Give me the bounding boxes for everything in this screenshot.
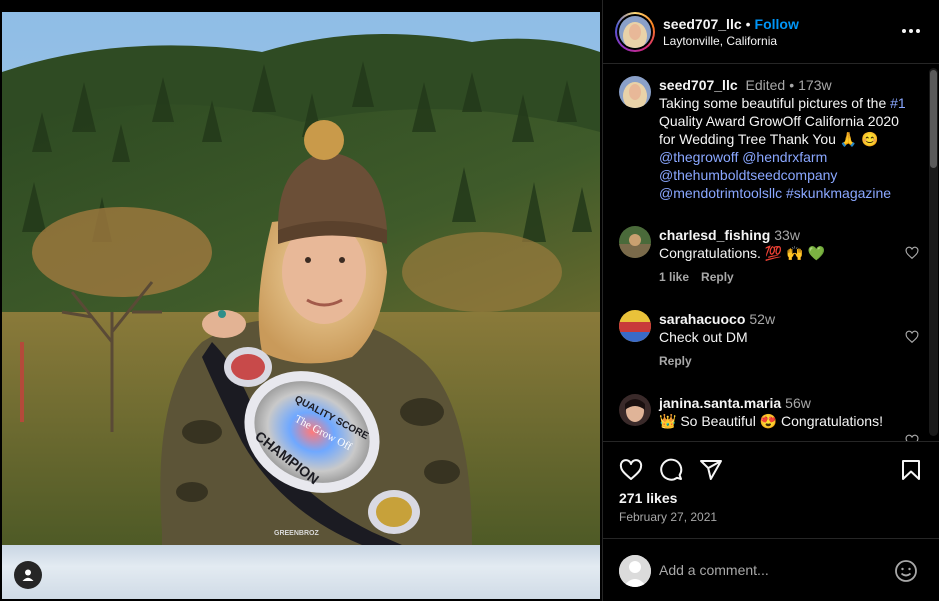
- default-avatar-icon: [619, 555, 651, 587]
- comment-avatar-image: [619, 310, 651, 342]
- comment-meta: Reply: [659, 352, 919, 370]
- photo-bottom-strip: [2, 545, 600, 599]
- caption-text-2: Quality Award GrowOff California 2020 fo…: [659, 113, 899, 147]
- comment-body: janina.santa.maria 56w 👑 So Beautiful 😍 C…: [659, 394, 919, 430]
- caption-dot: •: [789, 77, 795, 93]
- comment-avatar[interactable]: [619, 394, 651, 426]
- follow-button[interactable]: Follow: [755, 16, 799, 32]
- user-tag-button[interactable]: [14, 561, 42, 589]
- heart-icon[interactable]: [619, 458, 643, 482]
- post-side-panel: seed707_llc • Follow Laytonville, Californ…: [602, 0, 939, 601]
- comment-icon[interactable]: [659, 458, 683, 482]
- comment-input[interactable]: [659, 559, 879, 581]
- comment-text: Congratulations. 💯 🙌 💚: [659, 245, 825, 261]
- comment-likes[interactable]: 1 like: [659, 270, 689, 284]
- comment-avatar-image: [619, 394, 651, 426]
- post-location[interactable]: Laytonville, California: [663, 34, 777, 48]
- author-avatar-image: [619, 16, 651, 48]
- comment-like-heart-icon[interactable]: [905, 246, 919, 260]
- post-actions: 271 likes February 27, 2021: [603, 442, 939, 538]
- author-username[interactable]: seed707_llc: [663, 16, 742, 32]
- post-date[interactable]: February 27, 2021: [619, 510, 717, 524]
- post-media: QUALITY SCORE The Grow Off CHAMPION GREE…: [0, 0, 602, 601]
- post-header: seed707_llc • Follow Laytonville, Californ…: [603, 0, 939, 64]
- likes-count[interactable]: 271 likes: [619, 490, 677, 506]
- add-comment-bar: [603, 538, 939, 601]
- comment-avatar[interactable]: [619, 310, 651, 342]
- caption-hashtag[interactable]: #1: [890, 95, 906, 111]
- comment-body: charlesd_fishing 33w Congratulations. 💯 🙌…: [659, 226, 919, 286]
- comment-username[interactable]: janina.santa.maria: [659, 395, 781, 411]
- caption-username[interactable]: seed707_llc: [659, 77, 738, 93]
- comment-like-heart-icon[interactable]: [905, 330, 919, 344]
- comment-time: 56w: [785, 395, 811, 411]
- caption-edited: Edited: [745, 77, 786, 93]
- reply-button[interactable]: Reply: [659, 354, 692, 368]
- shirt-text: GREENBROZ: [274, 530, 319, 537]
- paper-plane-icon[interactable]: [699, 458, 723, 482]
- caption-avatar[interactable]: [619, 76, 651, 108]
- comments-scrollbar[interactable]: [929, 68, 938, 436]
- caption-mentions[interactable]: @thegrowoff @hendrxfarm @thehumboldtseed…: [659, 149, 891, 201]
- separator-dot: •: [745, 16, 751, 32]
- comment-item: charlesd_fishing 33w Congratulations. 💯 🙌…: [619, 226, 919, 286]
- comment-like-heart-icon[interactable]: [905, 434, 919, 442]
- comment-avatar-image: [619, 226, 651, 258]
- header-user-line: seed707_llc • Follow: [663, 16, 799, 32]
- comment-text: 👑 So Beautiful 😍 Congratulations!: [659, 413, 883, 429]
- caption-time: 173w: [798, 77, 832, 93]
- comment-meta: 1 like Reply: [659, 268, 919, 286]
- current-user-avatar: [619, 555, 651, 587]
- caption: seed707_llc Edited • 173w Taking some beau…: [619, 76, 919, 202]
- comments-list[interactable]: seed707_llc Edited • 173w Taking some beau…: [603, 64, 939, 442]
- comment-username[interactable]: charlesd_fishing: [659, 227, 770, 243]
- comment-item: janina.santa.maria 56w 👑 So Beautiful 😍 C…: [619, 394, 919, 441]
- smiley-icon[interactable]: [894, 559, 918, 583]
- comment-avatar[interactable]: [619, 226, 651, 258]
- photo-illustration: QUALITY SCORE The Grow Off CHAMPION GREE…: [2, 12, 600, 545]
- caption-avatar-image: [619, 76, 651, 108]
- comment-username[interactable]: sarahacuoco: [659, 311, 745, 327]
- comment-text: Check out DM: [659, 329, 748, 345]
- post-photo[interactable]: QUALITY SCORE The Grow Off CHAMPION GREE…: [2, 12, 600, 545]
- comment-body: sarahacuoco 52w Check out DM Reply: [659, 310, 919, 370]
- author-avatar[interactable]: [615, 12, 655, 52]
- reply-button[interactable]: Reply: [701, 270, 734, 284]
- scrollbar-thumb[interactable]: [930, 70, 937, 168]
- caption-text-1: Taking some beautiful pictures of the: [659, 95, 891, 111]
- comment-item: sarahacuoco 52w Check out DM Reply: [619, 310, 919, 370]
- more-horizontal-icon[interactable]: [902, 24, 920, 38]
- comment-time: 52w: [749, 311, 776, 327]
- caption-body: seed707_llc Edited • 173w Taking some beau…: [659, 76, 919, 202]
- bookmark-icon[interactable]: [899, 458, 923, 482]
- user-tag-icon: [22, 569, 34, 581]
- comment-time: 33w: [774, 227, 800, 243]
